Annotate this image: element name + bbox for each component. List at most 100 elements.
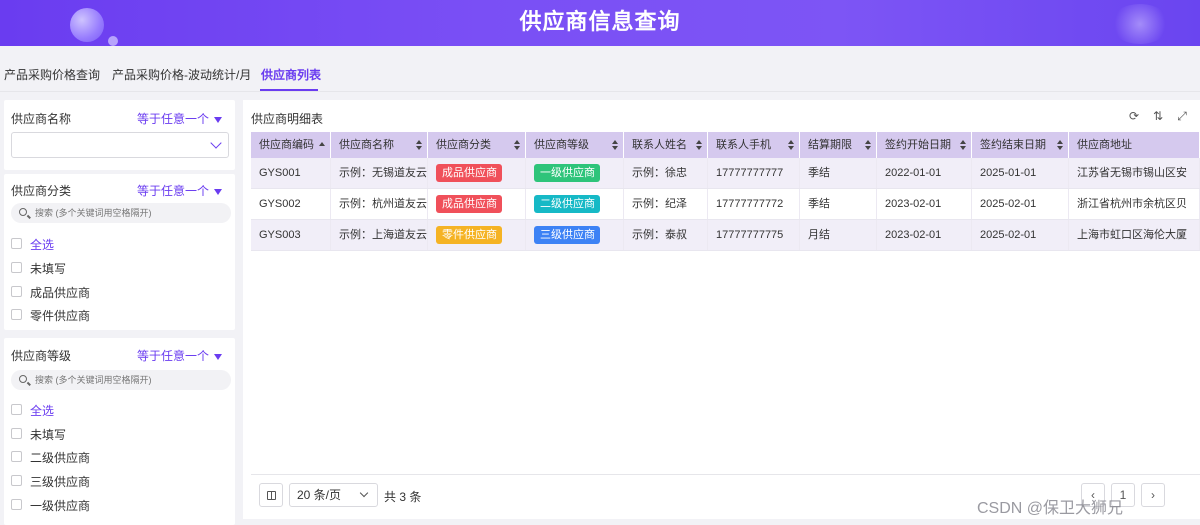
chevron-down-icon	[210, 137, 222, 149]
filter-operator-dropdown[interactable]: 等于任意一个	[137, 347, 222, 364]
filter-supplier-level: 供应商等级 等于任意一个 全选 未填写 二级供应商 三级供应商 一级供应商	[4, 338, 235, 525]
filter-label: 供应商分类	[11, 184, 72, 198]
cell-category: 成品供应商	[428, 189, 526, 219]
tab-supplier-list[interactable]: 供应商列表	[261, 66, 321, 83]
category-search	[11, 203, 231, 223]
checkbox[interactable]	[11, 262, 22, 273]
column-header-label: 签约开始日期	[885, 139, 951, 151]
supplier-detail-panel: 供应商明细表 ⟳ ⇅ ⤢ 供应商编码 供应商名称 供应商分类 供应商等级 联系人姓名 联系…	[243, 100, 1200, 519]
checkbox[interactable]	[11, 428, 22, 439]
checkbox[interactable]	[11, 475, 22, 486]
sort-icon[interactable]	[788, 140, 794, 150]
cell-name: 示例：杭州道友云	[331, 189, 428, 219]
column-settings-button[interactable]	[259, 483, 283, 507]
table-title: 供应商明细表	[251, 112, 324, 126]
cell-address: 上海市虹口区海伦大厦	[1069, 220, 1200, 250]
column-header-label: 供应商分类	[436, 139, 491, 151]
sort-ascending-icon[interactable]	[319, 140, 325, 150]
level-search-input[interactable]	[35, 372, 225, 388]
sort-icon[interactable]	[696, 140, 702, 150]
sort-icon[interactable]	[1057, 140, 1063, 150]
level-tag: 一级供应商	[534, 164, 600, 183]
column-header-code[interactable]: 供应商编码	[251, 132, 331, 158]
page-header: 供应商信息查询	[0, 0, 1200, 46]
column-header-label: 签约结束日期	[980, 139, 1046, 151]
cell-level: 三级供应商	[526, 220, 624, 250]
checkbox[interactable]	[11, 499, 22, 510]
filter-operator-dropdown[interactable]: 等于任意一个	[137, 182, 222, 199]
checkbox[interactable]	[11, 238, 22, 249]
column-header-label: 联系人手机	[716, 139, 771, 151]
category-tag: 零件供应商	[436, 226, 502, 245]
table-row[interactable]: GYS001 示例：无锡道友云 成品供应商 一级供应商 示例：徐忠 17777777777…	[251, 158, 1200, 189]
cell-code: GYS003	[251, 220, 331, 250]
column-header-label: 供应商地址	[1077, 139, 1132, 151]
sort-icon[interactable]	[960, 140, 966, 150]
column-header-contract-start[interactable]: 签约开始日期	[877, 132, 972, 158]
cell-contact-phone: 17777777777	[708, 158, 800, 188]
total-count: 共 3 条	[384, 490, 422, 504]
filter-supplier-category: 供应商分类 等于任意一个 全选 未填写 成品供应商 零件供应商	[4, 174, 235, 330]
refresh-icon[interactable]: ⟳	[1127, 109, 1141, 123]
checkbox[interactable]	[11, 404, 22, 415]
cell-address: 江苏省无锡市锡山区安	[1069, 158, 1200, 188]
page-size-select[interactable]: 20 条/页	[289, 483, 378, 507]
cell-settlement-term: 月结	[800, 220, 877, 250]
page-title: 供应商信息查询	[519, 9, 681, 34]
checkbox[interactable]	[11, 309, 22, 320]
cell-contract-start: 2022-01-01	[877, 158, 972, 188]
column-header-settlement-term[interactable]: 结算期限	[800, 132, 877, 158]
column-header-level[interactable]: 供应商等级	[526, 132, 624, 158]
checkbox[interactable]	[11, 451, 22, 462]
caret-down-icon	[214, 116, 222, 123]
next-page-button[interactable]: ›	[1141, 483, 1165, 507]
table-header: 供应商编码 供应商名称 供应商分类 供应商等级 联系人姓名 联系人手机 结算期限 签约开始日期…	[251, 132, 1200, 158]
column-header-label: 联系人姓名	[632, 139, 687, 151]
filter-operator-dropdown[interactable]: 等于任意一个	[137, 110, 222, 127]
column-header-address[interactable]: 供应商地址	[1069, 132, 1200, 158]
active-tab-indicator	[260, 89, 318, 91]
sort-icon[interactable]	[514, 140, 520, 150]
level-search	[11, 370, 231, 390]
column-header-category[interactable]: 供应商分类	[428, 132, 526, 158]
fullscreen-icon[interactable]: ⤢	[1175, 109, 1189, 123]
caret-down-icon	[214, 188, 222, 195]
category-search-input[interactable]	[35, 205, 225, 221]
column-header-label: 供应商名称	[339, 139, 394, 151]
cell-contract-start: 2023-02-01	[877, 220, 972, 250]
tab-product-price-query[interactable]: 产品采购价格查询	[4, 66, 100, 83]
watermark: CSDN @保卫大狮兄	[977, 500, 1124, 517]
checkbox[interactable]	[11, 286, 22, 297]
cell-contract-end: 2025-02-01	[972, 189, 1069, 219]
level-tag: 二级供应商	[534, 195, 600, 214]
table-row[interactable]: GYS003 示例：上海道友云 零件供应商 三级供应商 示例：泰叔 17777777775…	[251, 220, 1200, 251]
column-header-name[interactable]: 供应商名称	[331, 132, 428, 158]
sort-settings-icon[interactable]: ⇅	[1151, 109, 1165, 123]
column-header-contract-end[interactable]: 签约结束日期	[972, 132, 1069, 158]
sort-icon[interactable]	[416, 140, 422, 150]
cell-name: 示例：上海道友云	[331, 220, 428, 250]
cell-contract-end: 2025-02-01	[972, 220, 1069, 250]
level-tag: 三级供应商	[534, 226, 600, 245]
column-header-contact-phone[interactable]: 联系人手机	[708, 132, 800, 158]
cell-category: 成品供应商	[428, 158, 526, 188]
tab-bar: 产品采购价格查询 产品采购价格-波动统计/月 供应商列表	[0, 58, 1200, 92]
tab-price-fluctuation[interactable]: 产品采购价格-波动统计/月	[112, 66, 251, 83]
cell-contact-phone: 17777777772	[708, 189, 800, 219]
cell-address: 浙江省杭州市余杭区贝	[1069, 189, 1200, 219]
cell-contact-name: 示例：徐忠	[624, 158, 708, 188]
category-tag: 成品供应商	[436, 164, 502, 183]
column-header-label: 结算期限	[808, 139, 852, 151]
filter-supplier-name: 供应商名称 等于任意一个	[4, 100, 235, 170]
category-tag: 成品供应商	[436, 195, 502, 214]
cell-contact-name: 示例：泰叔	[624, 220, 708, 250]
cell-code: GYS002	[251, 189, 331, 219]
search-icon	[19, 208, 27, 216]
sort-icon[interactable]	[865, 140, 871, 150]
table-row[interactable]: GYS002 示例：杭州道友云 成品供应商 二级供应商 示例：纪泽 17777777772…	[251, 189, 1200, 220]
cell-contact-name: 示例：纪泽	[624, 189, 708, 219]
column-header-contact-name[interactable]: 联系人姓名	[624, 132, 708, 158]
sort-icon[interactable]	[612, 140, 618, 150]
supplier-table: 供应商编码 供应商名称 供应商分类 供应商等级 联系人姓名 联系人手机 结算期限 签约开始日期…	[251, 132, 1200, 475]
supplier-name-select[interactable]	[11, 132, 229, 158]
